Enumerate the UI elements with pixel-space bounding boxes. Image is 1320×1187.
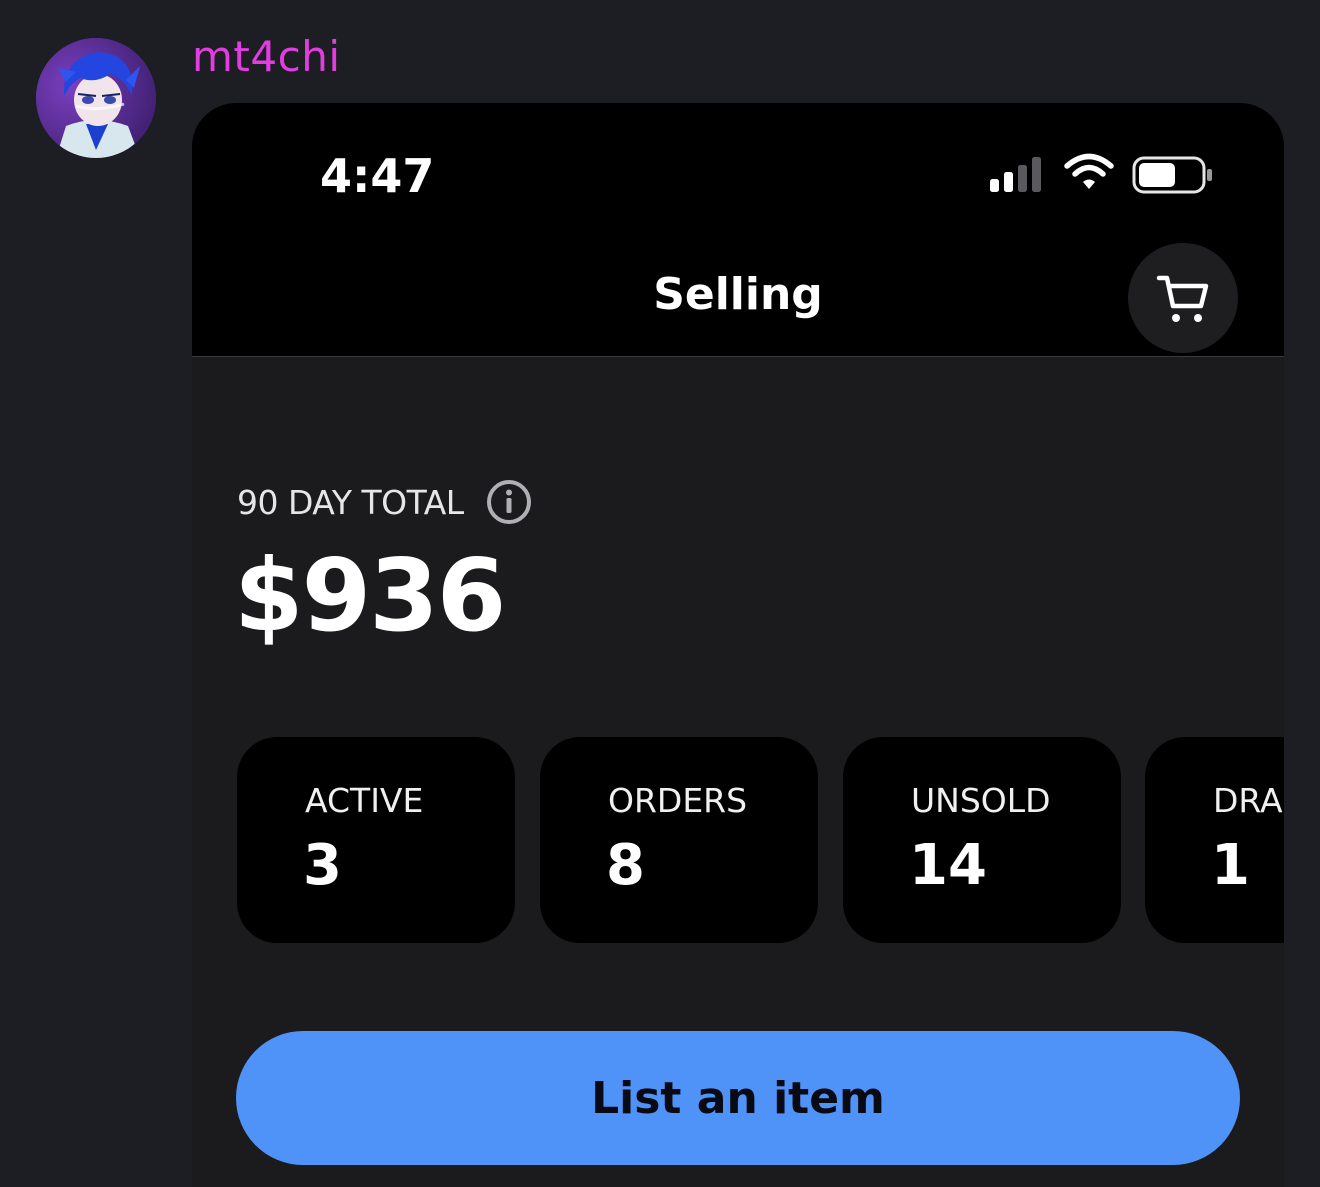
navigation-bar: Selling [192,243,1284,357]
wifi-icon [1064,153,1114,189]
status-time: 4:47 [320,149,435,203]
stat-card-unsold[interactable]: UNSOLD 14 [843,737,1121,943]
stat-label: UNSOLD [911,781,1051,820]
cart-button[interactable] [1128,243,1238,353]
total-label-row: 90 DAY TOTAL [237,479,532,525]
username[interactable]: mt4chi [192,32,340,81]
stat-value: 3 [303,833,342,898]
chat-screenshot: mt4chi 4:47 Selling 90 DAY TOTAL $936 AC… [0,0,1320,1187]
selling-content: 90 DAY TOTAL $936 ACTIVE 3 ORDERS 8 UNSO… [192,357,1284,1187]
stat-card-drafts[interactable]: DRA 1 [1145,737,1284,943]
info-icon[interactable] [486,479,532,525]
stat-value: 8 [606,833,645,898]
cellular-signal-icon [990,157,1041,192]
phone-screenshot: 4:47 Selling 90 DAY TOTAL $936 ACTIVE 3 … [192,103,1284,1187]
stat-card-active[interactable]: ACTIVE 3 [237,737,515,943]
anime-character-avatar-icon [36,38,156,158]
page-title: Selling [653,269,823,320]
stat-value: 1 [1211,833,1250,898]
shopping-cart-icon [1156,275,1209,322]
stat-label: ORDERS [608,781,748,820]
stat-label: ACTIVE [305,781,424,820]
stat-value: 14 [909,833,987,898]
status-bar: 4:47 [192,103,1284,243]
stat-label: DRA [1213,781,1283,820]
total-label: 90 DAY TOTAL [237,482,464,522]
stat-card-orders[interactable]: ORDERS 8 [540,737,818,943]
user-avatar[interactable] [36,38,156,158]
list-item-button[interactable]: List an item [236,1031,1240,1165]
total-amount: $936 [234,537,506,654]
battery-icon [1132,156,1212,194]
